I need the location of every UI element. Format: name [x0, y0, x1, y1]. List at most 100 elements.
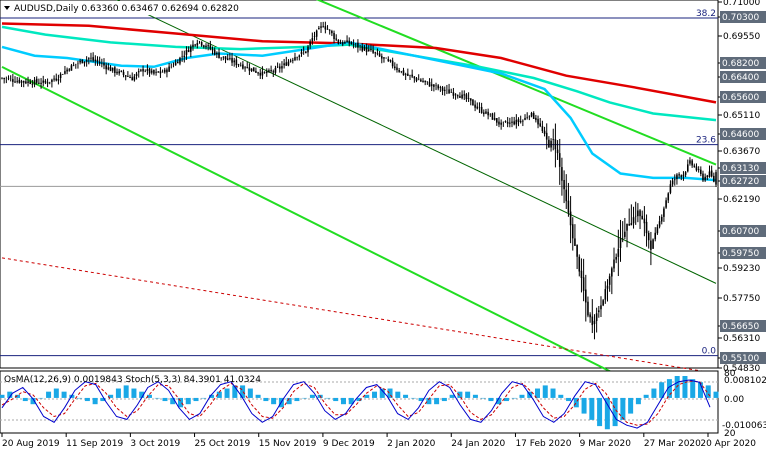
indicator-plot: OsMA(12,26,9) 0.0019843 Stoch(5,3,3) 84.…	[0, 370, 719, 434]
time-tick-label: 17 Feb 2020	[515, 439, 571, 449]
price-axis: 0.71000 0.70300 0.69550 0.68200 0.66400 0.656…	[718, 0, 766, 374]
indicator-axis: 800.0081020.00-0.010063620	[722, 369, 766, 439]
osma-bar	[154, 397, 160, 399]
osma-bar	[651, 388, 657, 398]
price-tick-label: 0.56310	[723, 334, 760, 344]
time-tick-label: 11 Sep 2019	[66, 439, 123, 449]
price-tag-label: 0.55100	[722, 354, 759, 364]
osma-bar	[566, 397, 572, 402]
osma-bar	[395, 391, 401, 398]
price-tag-label: 0.65600	[722, 93, 759, 103]
osma-bar	[635, 397, 641, 405]
price-tick-label: 0.57750	[723, 294, 760, 304]
osma-bar	[185, 397, 191, 405]
osma-bar	[302, 397, 308, 399]
time-tick-label: 9 Dec 2019	[323, 439, 375, 449]
price-tick-label: 0.71000	[723, 0, 760, 8]
price-tag-label: 0.60700	[722, 227, 759, 237]
osma-bar	[581, 397, 587, 414]
osma-bar	[46, 391, 52, 398]
osma-bar	[682, 376, 688, 398]
time-tick-label: 15 Nov 2019	[259, 439, 317, 449]
osma-bar	[434, 397, 440, 405]
osma-bar	[294, 397, 300, 402]
osma-bar	[589, 397, 595, 420]
fib-label-0: 38.2	[696, 9, 716, 19]
osma-bar	[550, 388, 556, 398]
indicator-label: OsMA(12,26,9) 0.0019843 Stoch(5,3,3) 84.…	[4, 375, 261, 385]
time-tick-label: 20 Apr 2020	[700, 439, 756, 449]
time-tick-label: 25 Oct 2019	[195, 439, 251, 449]
osma-bar	[115, 388, 121, 398]
osma-bar	[465, 391, 471, 398]
osma-bar	[441, 397, 447, 402]
indicator-tick-label: 20	[724, 429, 736, 439]
osma-bar	[690, 379, 696, 398]
price-tag-label: 0.59750	[722, 249, 759, 259]
osma-bar	[340, 397, 346, 405]
osma-bar	[643, 394, 649, 398]
osma-bar	[255, 394, 261, 398]
osma-bar	[309, 394, 315, 398]
osma-bar	[325, 397, 331, 399]
osma-bar	[519, 394, 525, 398]
price-tick-label: 0.65110	[723, 111, 760, 121]
osma-bar	[604, 397, 610, 430]
indicator-tick-label: 0.00	[724, 395, 744, 405]
price-tick-label: 0.63670	[723, 147, 760, 157]
osma-bar	[620, 397, 626, 420]
osma-bar	[410, 397, 416, 399]
osma-bar	[193, 397, 199, 402]
time-tick-label: 2 Jan 2020	[387, 439, 435, 449]
osma-bar	[224, 388, 230, 398]
fib-label-2: 0.0	[702, 347, 717, 357]
price-tag-label: 0.68200	[722, 59, 759, 69]
price-tick-label: 0.59230	[723, 264, 760, 274]
osma-bar	[597, 397, 603, 427]
time-tick-label: 27 Mar 2020	[644, 439, 701, 449]
osma-bar	[713, 391, 719, 398]
price-tag-label: 0.70300	[722, 13, 759, 23]
osma-bar	[22, 397, 28, 402]
osma-bar	[201, 397, 207, 399]
price-tick-label: 0.62190	[723, 195, 760, 205]
osma-bar	[61, 391, 67, 398]
price-tag-label: 0.64600	[722, 130, 759, 140]
osma-bar	[271, 397, 277, 405]
price-tag-label: 0.62720	[722, 177, 759, 187]
osma-bar	[558, 394, 564, 398]
osma-bar	[84, 397, 90, 402]
osma-bar	[123, 385, 129, 398]
osma-bar	[372, 391, 378, 398]
chart-title: AUDUSD,Daily 0.63360 0.63467 0.62694 0.6…	[14, 4, 239, 14]
osma-bar	[480, 397, 486, 399]
osma-bar	[131, 388, 137, 398]
osma-bar	[38, 397, 44, 399]
osma-bar	[403, 394, 409, 398]
osma-bar	[247, 388, 253, 398]
price-tag-label: 0.66400	[722, 73, 759, 83]
indicator-tick-label: 0.008102	[724, 376, 766, 386]
osma-bar	[263, 397, 269, 402]
osma-bar	[628, 397, 634, 414]
osma-bar	[472, 394, 478, 398]
osma-bar	[503, 397, 509, 402]
osma-bar	[92, 397, 98, 405]
main-plot: 38.2 23.6 0.0	[0, 0, 719, 426]
osma-bar	[0, 394, 5, 398]
time-axis: 20 Aug 2019 11 Sep 2019 3 Oct 2019 25 Oct 2…	[1, 433, 756, 449]
osma-bar	[77, 397, 83, 399]
time-tick-label: 9 Mar 2020	[580, 439, 632, 449]
osma-bar	[542, 385, 548, 398]
osma-bar	[53, 388, 59, 398]
osma-bar	[333, 397, 339, 402]
osma-bar	[457, 391, 463, 398]
osma-bar	[162, 397, 168, 402]
time-tick-label: 20 Aug 2019	[2, 439, 60, 449]
price-tick-label: 0.69550	[723, 32, 760, 42]
main-plot-area	[0, 0, 719, 369]
price-tag-label: 0.63130	[722, 164, 759, 174]
osma-bar	[488, 397, 494, 402]
osma-bar	[511, 397, 517, 399]
fib-label-1: 23.6	[696, 136, 716, 146]
